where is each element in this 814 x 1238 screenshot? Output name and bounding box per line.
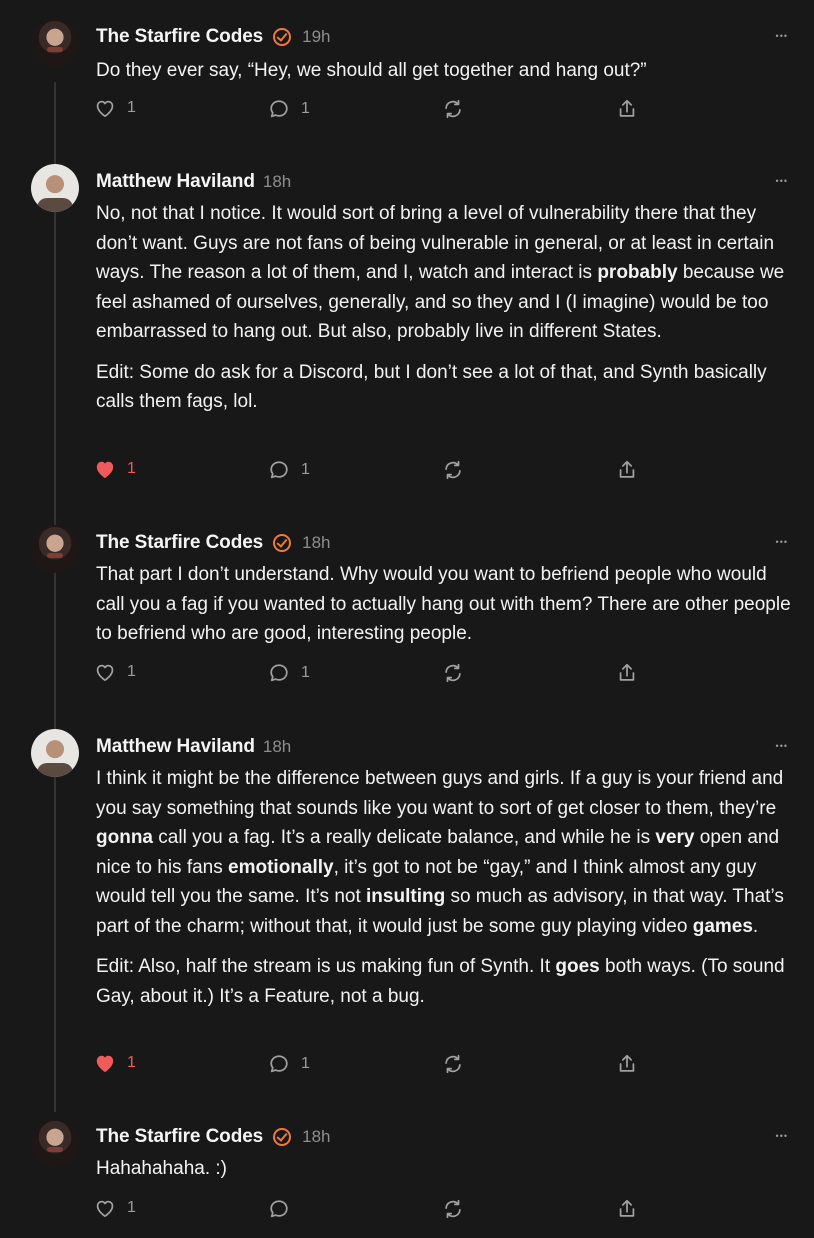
comment-actions: 11 [94, 1053, 654, 1077]
comment-body: I think it might be the difference betwe… [96, 764, 796, 1022]
restack-button[interactable] [442, 98, 464, 120]
reply-count: 1 [301, 461, 310, 478]
comment-paragraph: Edit: Also, half the stream is us making… [96, 956, 785, 1007]
restack-button[interactable] [442, 662, 464, 684]
more-options-icon[interactable]: ••• [776, 1131, 788, 1143]
share-icon [616, 1198, 638, 1220]
comment-body: Do they ever say, “Hey, we should all ge… [96, 56, 796, 97]
comment-paragraph: That part I don’t understand. Why would … [96, 564, 791, 644]
timestamp[interactable]: 18h [302, 1127, 330, 1147]
author-name[interactable]: Matthew Haviland [96, 171, 255, 193]
avatar[interactable] [31, 164, 79, 212]
heart-icon [94, 459, 116, 479]
author-name[interactable]: The Starfire Codes [96, 532, 263, 554]
like-button[interactable]: 1 [94, 98, 136, 118]
comment-paragraph: Do they ever say, “Hey, we should all ge… [96, 60, 647, 81]
more-options-icon[interactable]: ••• [776, 176, 788, 188]
comment-paragraph: I think it might be the difference betwe… [96, 768, 784, 937]
like-button[interactable]: 1 [94, 459, 136, 479]
comment-actions: 11 [94, 459, 654, 483]
comment-body: That part I don’t understand. Why would … [96, 560, 796, 660]
timestamp[interactable]: 19h [302, 27, 330, 47]
timestamp[interactable]: 18h [302, 533, 330, 553]
more-options-icon[interactable]: ••• [776, 537, 788, 549]
heart-icon [94, 662, 116, 682]
share-icon [616, 98, 638, 120]
author-name[interactable]: The Starfire Codes [96, 1126, 263, 1148]
comment-actions: 11 [94, 662, 654, 686]
heart-icon [94, 1198, 116, 1218]
verified-badge-icon [273, 534, 292, 552]
reply-button[interactable]: 1 [268, 459, 310, 481]
restack-icon [442, 459, 464, 481]
comment-bubble-icon [268, 1198, 290, 1220]
avatar[interactable] [31, 729, 79, 777]
like-button[interactable]: 1 [94, 1198, 136, 1218]
comment-bubble-icon [268, 1053, 290, 1075]
comment-actions: 1 [94, 1198, 654, 1222]
restack-icon [442, 98, 464, 120]
like-count: 1 [127, 1054, 136, 1071]
like-button[interactable]: 1 [94, 662, 136, 682]
comment-bubble-icon [268, 459, 290, 481]
comment-header: The Starfire Codes 18h [96, 531, 331, 555]
share-button[interactable] [616, 1053, 638, 1075]
reply-count: 1 [301, 1055, 310, 1072]
author-name[interactable]: Matthew Haviland [96, 736, 255, 758]
comment-paragraph: Edit: Some do ask for a Discord, but I d… [96, 361, 767, 413]
like-count: 1 [127, 663, 136, 680]
comment-header: The Starfire Codes 18h [96, 1125, 331, 1149]
reply-count: 1 [301, 100, 310, 117]
share-button[interactable] [616, 662, 638, 684]
comment-paragraph: Hahahahaha. :) [96, 1158, 227, 1179]
avatar[interactable] [31, 525, 79, 573]
restack-icon [442, 662, 464, 684]
thread-line [54, 82, 56, 1112]
restack-icon [442, 1053, 464, 1075]
comment-header: The Starfire Codes 19h [96, 25, 331, 49]
like-count: 1 [127, 99, 136, 116]
comment-body: No, not that I notice. It would sort of … [96, 199, 796, 428]
more-options-icon[interactable]: ••• [776, 741, 788, 753]
reply-button[interactable]: 1 [268, 1053, 310, 1075]
reply-button[interactable]: 1 [268, 662, 310, 684]
timestamp[interactable]: 18h [263, 737, 291, 757]
comment-bubble-icon [268, 662, 290, 684]
restack-icon [442, 1198, 464, 1220]
share-icon [616, 459, 638, 481]
share-button[interactable] [616, 98, 638, 120]
verified-badge-icon [273, 1128, 292, 1146]
restack-button[interactable] [442, 1053, 464, 1075]
share-button[interactable] [616, 459, 638, 481]
reply-count: 1 [301, 664, 310, 681]
comment-header: Matthew Haviland 18h [96, 170, 291, 194]
comment-actions: 11 [94, 98, 654, 122]
restack-button[interactable] [442, 1198, 464, 1220]
comment-header: Matthew Haviland 18h [96, 735, 291, 759]
restack-button[interactable] [442, 459, 464, 481]
share-icon [616, 662, 638, 684]
comment-bubble-icon [268, 98, 290, 120]
reply-button[interactable] [268, 1198, 290, 1220]
heart-icon [94, 98, 116, 118]
author-name[interactable]: The Starfire Codes [96, 26, 263, 48]
avatar[interactable] [31, 1119, 79, 1167]
reply-button[interactable]: 1 [268, 98, 310, 120]
more-options-icon[interactable]: ••• [776, 31, 788, 43]
like-count: 1 [127, 1199, 136, 1216]
timestamp[interactable]: 18h [263, 172, 291, 192]
avatar[interactable] [31, 19, 79, 67]
verified-badge-icon [273, 28, 292, 46]
heart-icon [94, 1053, 116, 1073]
share-button[interactable] [616, 1198, 638, 1220]
like-button[interactable]: 1 [94, 1053, 136, 1073]
like-count: 1 [127, 460, 136, 477]
comment-paragraph: No, not that I notice. It would sort of … [96, 203, 785, 342]
comment-body: Hahahahaha. :) [96, 1154, 796, 1195]
share-icon [616, 1053, 638, 1075]
